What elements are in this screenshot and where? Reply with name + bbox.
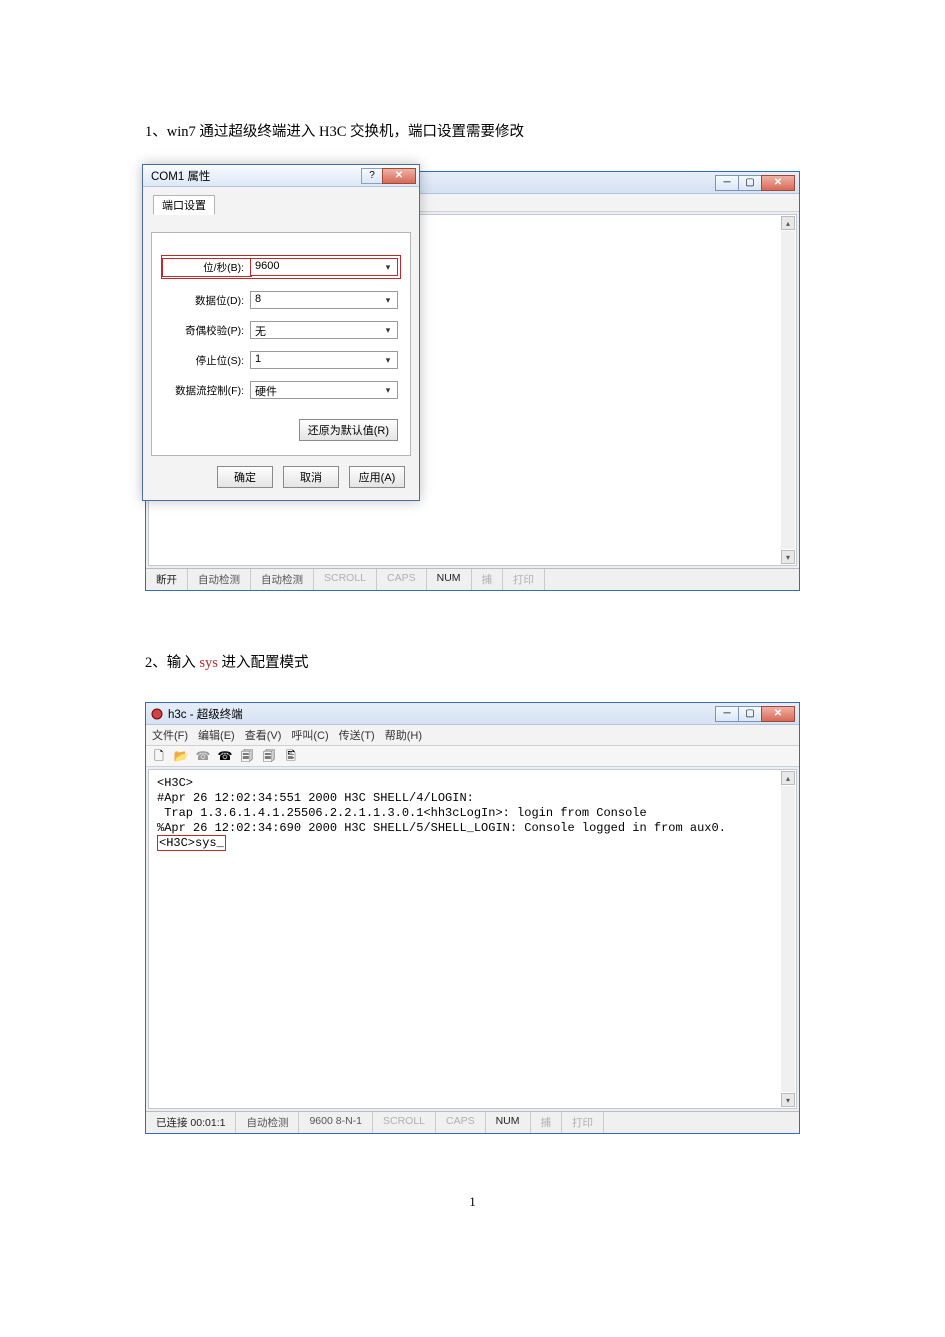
step2-title: 2、输入 sys 进入配置模式 xyxy=(145,651,800,672)
tab-panel: 位/秒(B): 9600 数据位(D): 8 奇偶校验(P): 无 停止位(S)… xyxy=(151,232,411,456)
status-print: 打印 xyxy=(562,1112,604,1133)
flow-label: 数据流控制(F): xyxy=(164,383,250,398)
hangup-icon[interactable]: ☎ xyxy=(218,749,232,763)
close-button[interactable]: ✕ xyxy=(761,706,795,722)
scroll-down-icon[interactable]: ▾ xyxy=(781,1093,795,1107)
dialog-help-button[interactable]: ? xyxy=(361,168,383,184)
properties-icon[interactable]: 🖺 xyxy=(284,749,298,763)
status-detect1: 自动检测 xyxy=(236,1112,299,1133)
databits-select[interactable]: 8 xyxy=(250,291,398,309)
databits-label: 数据位(D): xyxy=(164,293,250,308)
status-caps: CAPS xyxy=(377,569,427,590)
scroll-up-icon[interactable]: ▴ xyxy=(781,216,795,230)
status-capture: 捕 xyxy=(472,569,504,590)
menu-call[interactable]: 呼叫(C) xyxy=(291,727,328,743)
parity-select[interactable]: 无 xyxy=(250,321,398,339)
status-num: NUM xyxy=(486,1112,531,1133)
status-scroll: SCROLL xyxy=(373,1112,436,1133)
flow-select[interactable]: 硬件 xyxy=(250,381,398,399)
scroll-up-icon[interactable]: ▴ xyxy=(781,771,795,785)
step2-after: 进入配置模式 xyxy=(218,655,309,671)
status-caps: CAPS xyxy=(436,1112,486,1133)
status-num: NUM xyxy=(427,569,472,590)
maximize-button[interactable]: ▢ xyxy=(738,175,762,191)
open-icon[interactable]: 📂 xyxy=(174,749,188,763)
stopbits-label: 停止位(S): xyxy=(164,353,250,368)
apply-button[interactable]: 应用(A) xyxy=(349,466,405,488)
app-icon xyxy=(150,707,164,721)
status-print: 打印 xyxy=(503,569,545,590)
restore-defaults-button[interactable]: 还原为默认值(R) xyxy=(299,419,398,441)
maximize-button[interactable]: ▢ xyxy=(738,706,762,722)
parity-label: 奇偶校验(P): xyxy=(164,323,250,338)
tab-port-settings[interactable]: 端口设置 xyxy=(153,195,215,215)
status-detect1: 自动检测 xyxy=(188,569,251,590)
field-baud: 位/秒(B): 9600 xyxy=(161,255,401,279)
send-icon[interactable]: 🗐 xyxy=(240,749,254,763)
stopbits-select[interactable]: 1 xyxy=(250,351,398,369)
terminal-output: <H3C> #Apr 26 12:02:34:551 2000 H3C SHEL… xyxy=(149,770,796,857)
dialog-titlebar: COM1 属性 ? ✕ xyxy=(143,165,419,187)
status-conn: 断开 xyxy=(146,569,188,590)
vscrollbar[interactable] xyxy=(781,786,795,1092)
scroll-down-icon[interactable]: ▾ xyxy=(781,550,795,564)
win2-title: h3c - 超级终端 xyxy=(168,706,716,722)
term-highlight-box: <H3C>sys_ xyxy=(157,835,226,851)
menu-file[interactable]: 文件(F) xyxy=(152,727,188,743)
com1-properties-dialog: COM1 属性 ? ✕ 端口设置 位/秒(B): 9600 数据位(D): 8 … xyxy=(142,164,420,501)
menu-edit[interactable]: 编辑(E) xyxy=(198,727,235,743)
win2-terminal[interactable]: <H3C> #Apr 26 12:02:34:551 2000 H3C SHEL… xyxy=(148,769,797,1109)
step1-text: win7 通过超级终端进入 H3C 交换机，端口设置需要修改 xyxy=(167,124,524,140)
baud-label: 位/秒(B): xyxy=(164,260,250,275)
step1-title: 1、win7 通过超级终端进入 H3C 交换机，端口设置需要修改 xyxy=(145,120,800,141)
step2-before: 输入 xyxy=(167,655,200,671)
menu-view[interactable]: 查看(V) xyxy=(245,727,282,743)
ok-button[interactable]: 确定 xyxy=(217,466,273,488)
field-databits: 数据位(D): 8 xyxy=(164,291,398,309)
menu-help[interactable]: 帮助(H) xyxy=(385,727,422,743)
menu-transfer[interactable]: 传送(T) xyxy=(339,727,375,743)
win2-statusbar: 已连接 00:01:1 自动检测 9600 8-N-1 SCROLL CAPS … xyxy=(146,1111,799,1133)
close-button[interactable]: ✕ xyxy=(761,175,795,191)
status-capture: 捕 xyxy=(531,1112,563,1133)
field-parity: 奇偶校验(P): 无 xyxy=(164,321,398,339)
status-conn: 已连接 00:01:1 xyxy=(146,1112,236,1133)
new-icon[interactable]: 🗋 xyxy=(152,749,166,763)
hyperterminal-window-2: h3c - 超级终端 ─ ▢ ✕ 文件(F) 编辑(E) 查看(V) 呼叫(C)… xyxy=(145,702,800,1134)
step1-num: 1、 xyxy=(145,124,167,140)
status-detect2: 自动检测 xyxy=(251,569,314,590)
minimize-button[interactable]: ─ xyxy=(715,175,739,191)
dialog-title: COM1 属性 xyxy=(151,168,361,184)
win1-statusbar: 断开 自动检测 自动检测 SCROLL CAPS NUM 捕 打印 xyxy=(146,568,799,590)
field-flowcontrol: 数据流控制(F): 硬件 xyxy=(164,381,398,399)
win2-toolbar: 🗋 📂 ☎ ☎ 🗐 🗐 🖺 xyxy=(146,746,799,767)
status-scroll: SCROLL xyxy=(314,569,377,590)
cancel-button[interactable]: 取消 xyxy=(283,466,339,488)
minimize-button[interactable]: ─ xyxy=(715,706,739,722)
step2-cmd: sys xyxy=(199,655,218,671)
hyperterminal-window-1: ─ ▢ ✕ ▴ ▾ 断开 自动检测 自动检测 SCROLL CAPS NUM 捕… xyxy=(145,171,800,591)
step2-num: 2、 xyxy=(145,655,167,671)
receive-icon[interactable]: 🗐 xyxy=(262,749,276,763)
dialog-close-button[interactable]: ✕ xyxy=(382,168,416,184)
win2-titlebar: h3c - 超级终端 ─ ▢ ✕ xyxy=(146,703,799,725)
vscrollbar[interactable] xyxy=(781,231,795,549)
page-number: 1 xyxy=(145,1194,800,1210)
field-stopbits: 停止位(S): 1 xyxy=(164,351,398,369)
win2-menubar: 文件(F) 编辑(E) 查看(V) 呼叫(C) 传送(T) 帮助(H) xyxy=(146,725,799,746)
baud-select[interactable]: 9600 xyxy=(250,258,398,276)
call-icon[interactable]: ☎ xyxy=(196,749,210,763)
status-detect2: 9600 8-N-1 xyxy=(299,1112,373,1133)
